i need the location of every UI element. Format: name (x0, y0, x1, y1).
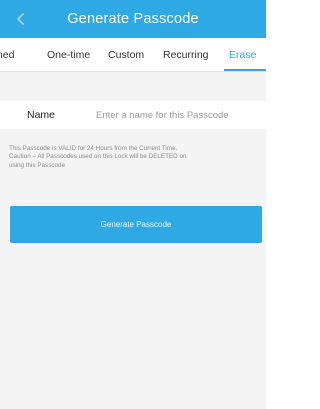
info-text: This Passcode is VALID for 24 Hours from… (9, 145, 261, 170)
name-row: Name (0, 101, 266, 129)
tab-recurring[interactable]: Recurring (163, 38, 209, 71)
tab-timed[interactable]: med (0, 38, 14, 71)
info-line: This Passcode is VALID for 24 Hours from… (9, 145, 178, 152)
tab-bar: med One-time Custom Recurring Erase (0, 38, 266, 72)
page-title: Generate Passcode (67, 11, 199, 27)
name-label: Name (27, 109, 56, 121)
info-line: Caution – All Passcodes used on this Loc… (9, 153, 187, 161)
generate-passcode-screen: Generate Passcode med One-time Custom Re… (0, 0, 266, 409)
chevron-left-icon (17, 13, 24, 25)
info-line: using this Passcode (9, 161, 66, 169)
tab-one-time[interactable]: One-time (47, 38, 90, 71)
name-input[interactable] (96, 105, 262, 125)
active-tab-indicator (224, 69, 266, 71)
tab-erase[interactable]: Erase (229, 38, 256, 71)
header-bar: Generate Passcode (0, 0, 266, 38)
generate-passcode-button[interactable]: Generate Passcode (10, 206, 262, 243)
back-button[interactable] (10, 8, 32, 30)
tab-custom[interactable]: Custom (108, 38, 144, 71)
